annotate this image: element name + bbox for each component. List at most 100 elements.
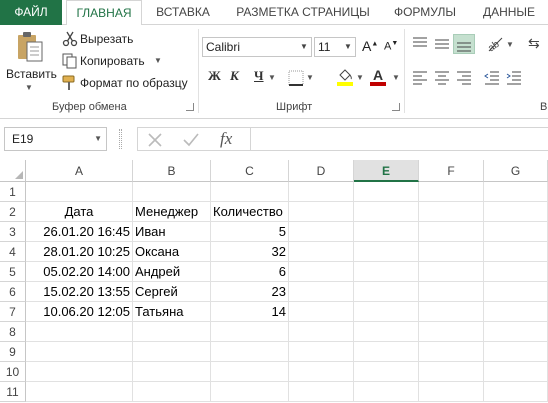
copy-button[interactable]: Копировать ▼ [62,51,172,71]
cell-e1[interactable] [354,182,419,202]
font-name-combo[interactable]: Calibri ▼ [202,37,312,57]
align-left-icon[interactable] [412,71,428,85]
cell-d9[interactable] [289,342,354,362]
cell-e3[interactable] [354,222,419,242]
column-header-a[interactable]: A [26,160,133,182]
bold-button[interactable]: Ж [208,68,221,88]
tab-insert[interactable]: ВСТАВКА [150,0,216,25]
fill-color-icon[interactable] [336,67,354,87]
name-box-dropdown-icon[interactable]: ▼ [94,128,102,150]
cell-e10[interactable] [354,362,419,382]
row-header-6[interactable]: 6 [0,282,26,302]
cell-e8[interactable] [354,322,419,342]
cell-a2[interactable]: Дата [26,202,133,222]
cell-d4[interactable] [289,242,354,262]
cell-a11[interactable] [26,382,133,402]
cell-f4[interactable] [419,242,484,262]
row-header-11[interactable]: 11 [0,382,26,402]
row-header-7[interactable]: 7 [0,302,26,322]
text-orientation-icon[interactable]: ab [486,35,504,53]
increase-font-size-icon[interactable]: A▲ [362,38,378,54]
italic-button[interactable]: К [230,68,239,88]
cell-d6[interactable] [289,282,354,302]
insert-function-icon[interactable]: fx [220,129,232,149]
cell-f9[interactable] [419,342,484,362]
cell-a1[interactable] [26,182,133,202]
cell-a7[interactable]: 10.06.20 12:05 [26,302,133,322]
cell-b10[interactable] [133,362,211,382]
clipboard-dialog-launcher-icon[interactable] [186,103,194,111]
align-right-icon[interactable] [456,71,472,85]
column-header-b[interactable]: B [133,160,211,182]
tab-formulas[interactable]: ФОРМУЛЫ [386,0,464,25]
cell-c11[interactable] [211,382,289,402]
cell-c10[interactable] [211,362,289,382]
row-header-5[interactable]: 5 [0,262,26,282]
font-dialog-launcher-icon[interactable] [392,103,400,111]
cell-d2[interactable] [289,202,354,222]
row-header-1[interactable]: 1 [0,182,26,202]
text-orientation-dropdown-icon[interactable]: ▼ [506,40,514,49]
cell-e5[interactable] [354,262,419,282]
column-header-g[interactable]: G [484,160,548,182]
cell-a9[interactable] [26,342,133,362]
cell-f2[interactable] [419,202,484,222]
column-header-d[interactable]: D [289,160,354,182]
cell-e2[interactable] [354,202,419,222]
cell-f8[interactable] [419,322,484,342]
paste-button[interactable]: Вставить ▼ [4,29,57,95]
cell-c9[interactable] [211,342,289,362]
font-color-dropdown-icon[interactable]: ▼ [392,73,400,82]
align-top-icon[interactable] [412,37,428,51]
cell-f10[interactable] [419,362,484,382]
cell-f11[interactable] [419,382,484,402]
cell-a6[interactable]: 15.02.20 13:55 [26,282,133,302]
cell-f6[interactable] [419,282,484,302]
cell-b9[interactable] [133,342,211,362]
cell-e6[interactable] [354,282,419,302]
cell-g10[interactable] [484,362,548,382]
cell-c1[interactable] [211,182,289,202]
align-middle-icon[interactable] [434,37,450,51]
cell-g9[interactable] [484,342,548,362]
cell-g6[interactable] [484,282,548,302]
cell-a3[interactable]: 26.01.20 16:45 [26,222,133,242]
align-bottom-button[interactable] [453,34,475,54]
wrap-text-icon[interactable]: ⇆ [528,35,540,52]
cell-f1[interactable] [419,182,484,202]
cell-e7[interactable] [354,302,419,322]
font-color-button[interactable]: A [370,67,388,87]
cell-d7[interactable] [289,302,354,322]
select-all-button[interactable] [0,160,26,182]
increase-indent-icon[interactable] [506,71,522,85]
cell-b8[interactable] [133,322,211,342]
cell-f3[interactable] [419,222,484,242]
decrease-indent-icon[interactable] [484,71,500,85]
cell-d3[interactable] [289,222,354,242]
cell-b4[interactable]: Оксана [133,242,211,262]
tab-page-layout[interactable]: РАЗМЕТКА СТРАНИЦЫ [230,0,376,25]
cut-button[interactable]: Вырезать [62,29,142,49]
cell-c3[interactable]: 5 [211,222,289,242]
cancel-icon[interactable] [146,131,164,149]
cell-g3[interactable] [484,222,548,242]
tab-data[interactable]: ДАННЫЕ [474,0,544,25]
borders-dropdown-icon[interactable]: ▼ [306,73,314,82]
font-size-combo[interactable]: 11 ▼ [314,37,356,57]
cell-e9[interactable] [354,342,419,362]
row-header-8[interactable]: 8 [0,322,26,342]
column-header-c[interactable]: C [211,160,289,182]
cell-a8[interactable] [26,322,133,342]
format-painter-button[interactable]: Формат по образцу [62,73,202,93]
cell-f5[interactable] [419,262,484,282]
cell-b7[interactable]: Татьяна [133,302,211,322]
cell-a4[interactable]: 28.01.20 10:25 [26,242,133,262]
column-header-f[interactable]: F [419,160,484,182]
tab-file[interactable]: ФАЙЛ [0,0,62,25]
row-header-3[interactable]: 3 [0,222,26,242]
cell-c6[interactable]: 23 [211,282,289,302]
cell-b3[interactable]: Иван [133,222,211,242]
enter-icon[interactable] [182,131,200,149]
cell-a10[interactable] [26,362,133,382]
tab-home[interactable]: ГЛАВНАЯ [66,0,142,26]
